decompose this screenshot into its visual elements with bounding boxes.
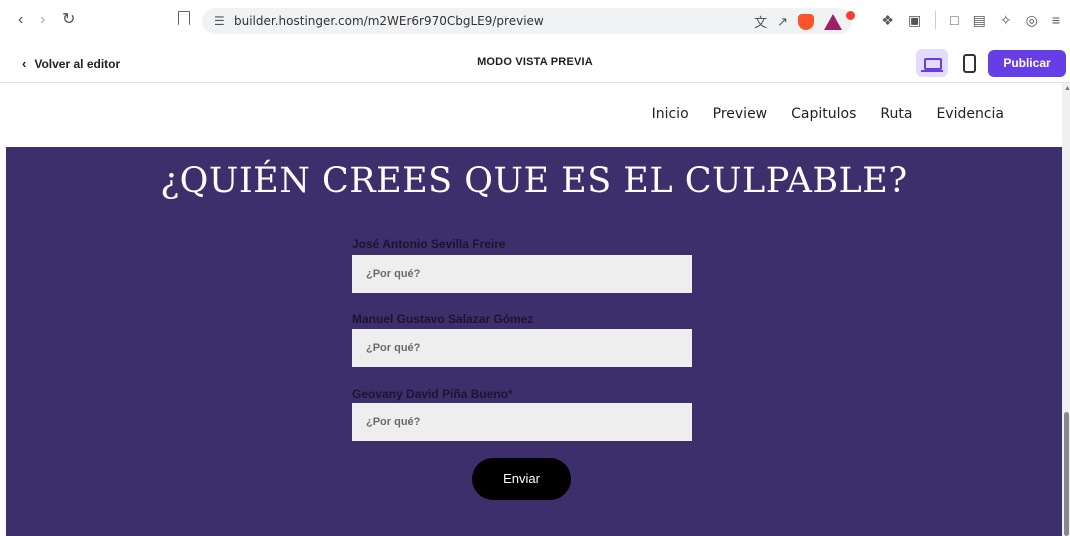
url-text[interactable]: builder.hostinger.com/m2WEr6r970CbgLE9/p…: [234, 14, 544, 28]
screenshot-icon[interactable]: ▣: [908, 12, 921, 29]
publish-button[interactable]: Publicar: [988, 50, 1066, 77]
sidebar-icon[interactable]: □: [950, 12, 958, 28]
translate-icon[interactable]: 文: [754, 12, 767, 31]
site-header: Inicio Preview Capitulos Ruta Evidencia: [0, 83, 1062, 147]
reason-input-3[interactable]: ¿Por qué?: [352, 403, 692, 441]
nav-link-capitulos[interactable]: Capitulos: [791, 106, 856, 122]
site-nav-links: Inicio Preview Capitulos Ruta Evidencia: [652, 106, 1004, 122]
desktop-view-button[interactable]: [916, 49, 948, 77]
forward-icon[interactable]: ›: [40, 12, 45, 28]
menu-icon[interactable]: ≡: [1052, 12, 1060, 28]
phone-icon: [963, 54, 976, 73]
nav-link-evidencia[interactable]: Evidencia: [936, 106, 1004, 122]
browser-toolbar: ‹ › ↻ ☰ builder.hostinger.com/m2WEr6r970…: [0, 0, 1070, 45]
reason-placeholder-2: ¿Por qué?: [366, 342, 421, 354]
section-heading: ¿QUIÉN CREES QUE ES EL CULPABLE?: [160, 161, 908, 201]
back-icon[interactable]: ‹: [18, 12, 23, 28]
reason-placeholder-3: ¿Por qué?: [366, 416, 421, 428]
reason-input-2[interactable]: ¿Por qué?: [352, 329, 692, 367]
field-label-2: Manuel Gustavo Salazar Gómez: [352, 312, 534, 326]
field-label-3: Geovany David Piña Bueno*: [352, 387, 513, 401]
builder-toolbar: ‹ Volver al editor MODO VISTA PREVIA Publ…: [0, 44, 1070, 83]
bookmark-icon[interactable]: [178, 11, 190, 25]
share-icon[interactable]: ↗: [777, 14, 788, 30]
nav-link-preview[interactable]: Preview: [713, 106, 768, 122]
nav-link-ruta[interactable]: Ruta: [880, 106, 912, 122]
leo-icon[interactable]: ✧: [1000, 12, 1012, 29]
field-label-1: José Antonio Sevilla Freire: [352, 237, 506, 251]
nav-link-inicio[interactable]: Inicio: [652, 106, 689, 122]
mobile-view-button[interactable]: [954, 49, 982, 77]
extensions-icon[interactable]: ❖: [881, 12, 894, 29]
scrollbar-thumb[interactable]: [1064, 412, 1069, 536]
preview-mode-title: MODO VISTA PREVIA: [477, 56, 593, 68]
reason-placeholder-1: ¿Por qué?: [366, 268, 421, 280]
brave-shields-icon[interactable]: [798, 13, 814, 30]
reload-icon[interactable]: ↻: [62, 12, 75, 28]
submit-button[interactable]: Enviar: [472, 458, 571, 500]
brave-rewards-icon[interactable]: [824, 10, 855, 30]
wallet-icon[interactable]: ▤: [973, 12, 986, 29]
site-settings-icon[interactable]: ☰: [214, 14, 225, 28]
culprit-form-section: ¿QUIÉN CREES QUE ES EL CULPABLE? José An…: [6, 147, 1062, 536]
vpn-icon[interactable]: ◎: [1026, 12, 1038, 29]
address-bar[interactable]: ☰ builder.hostinger.com/m2WEr6r970CbgLE9…: [202, 8, 855, 34]
laptop-icon: [921, 58, 943, 72]
scroll-up-icon[interactable]: ▲: [1064, 85, 1070, 92]
reason-input-1[interactable]: ¿Por qué?: [352, 255, 692, 293]
